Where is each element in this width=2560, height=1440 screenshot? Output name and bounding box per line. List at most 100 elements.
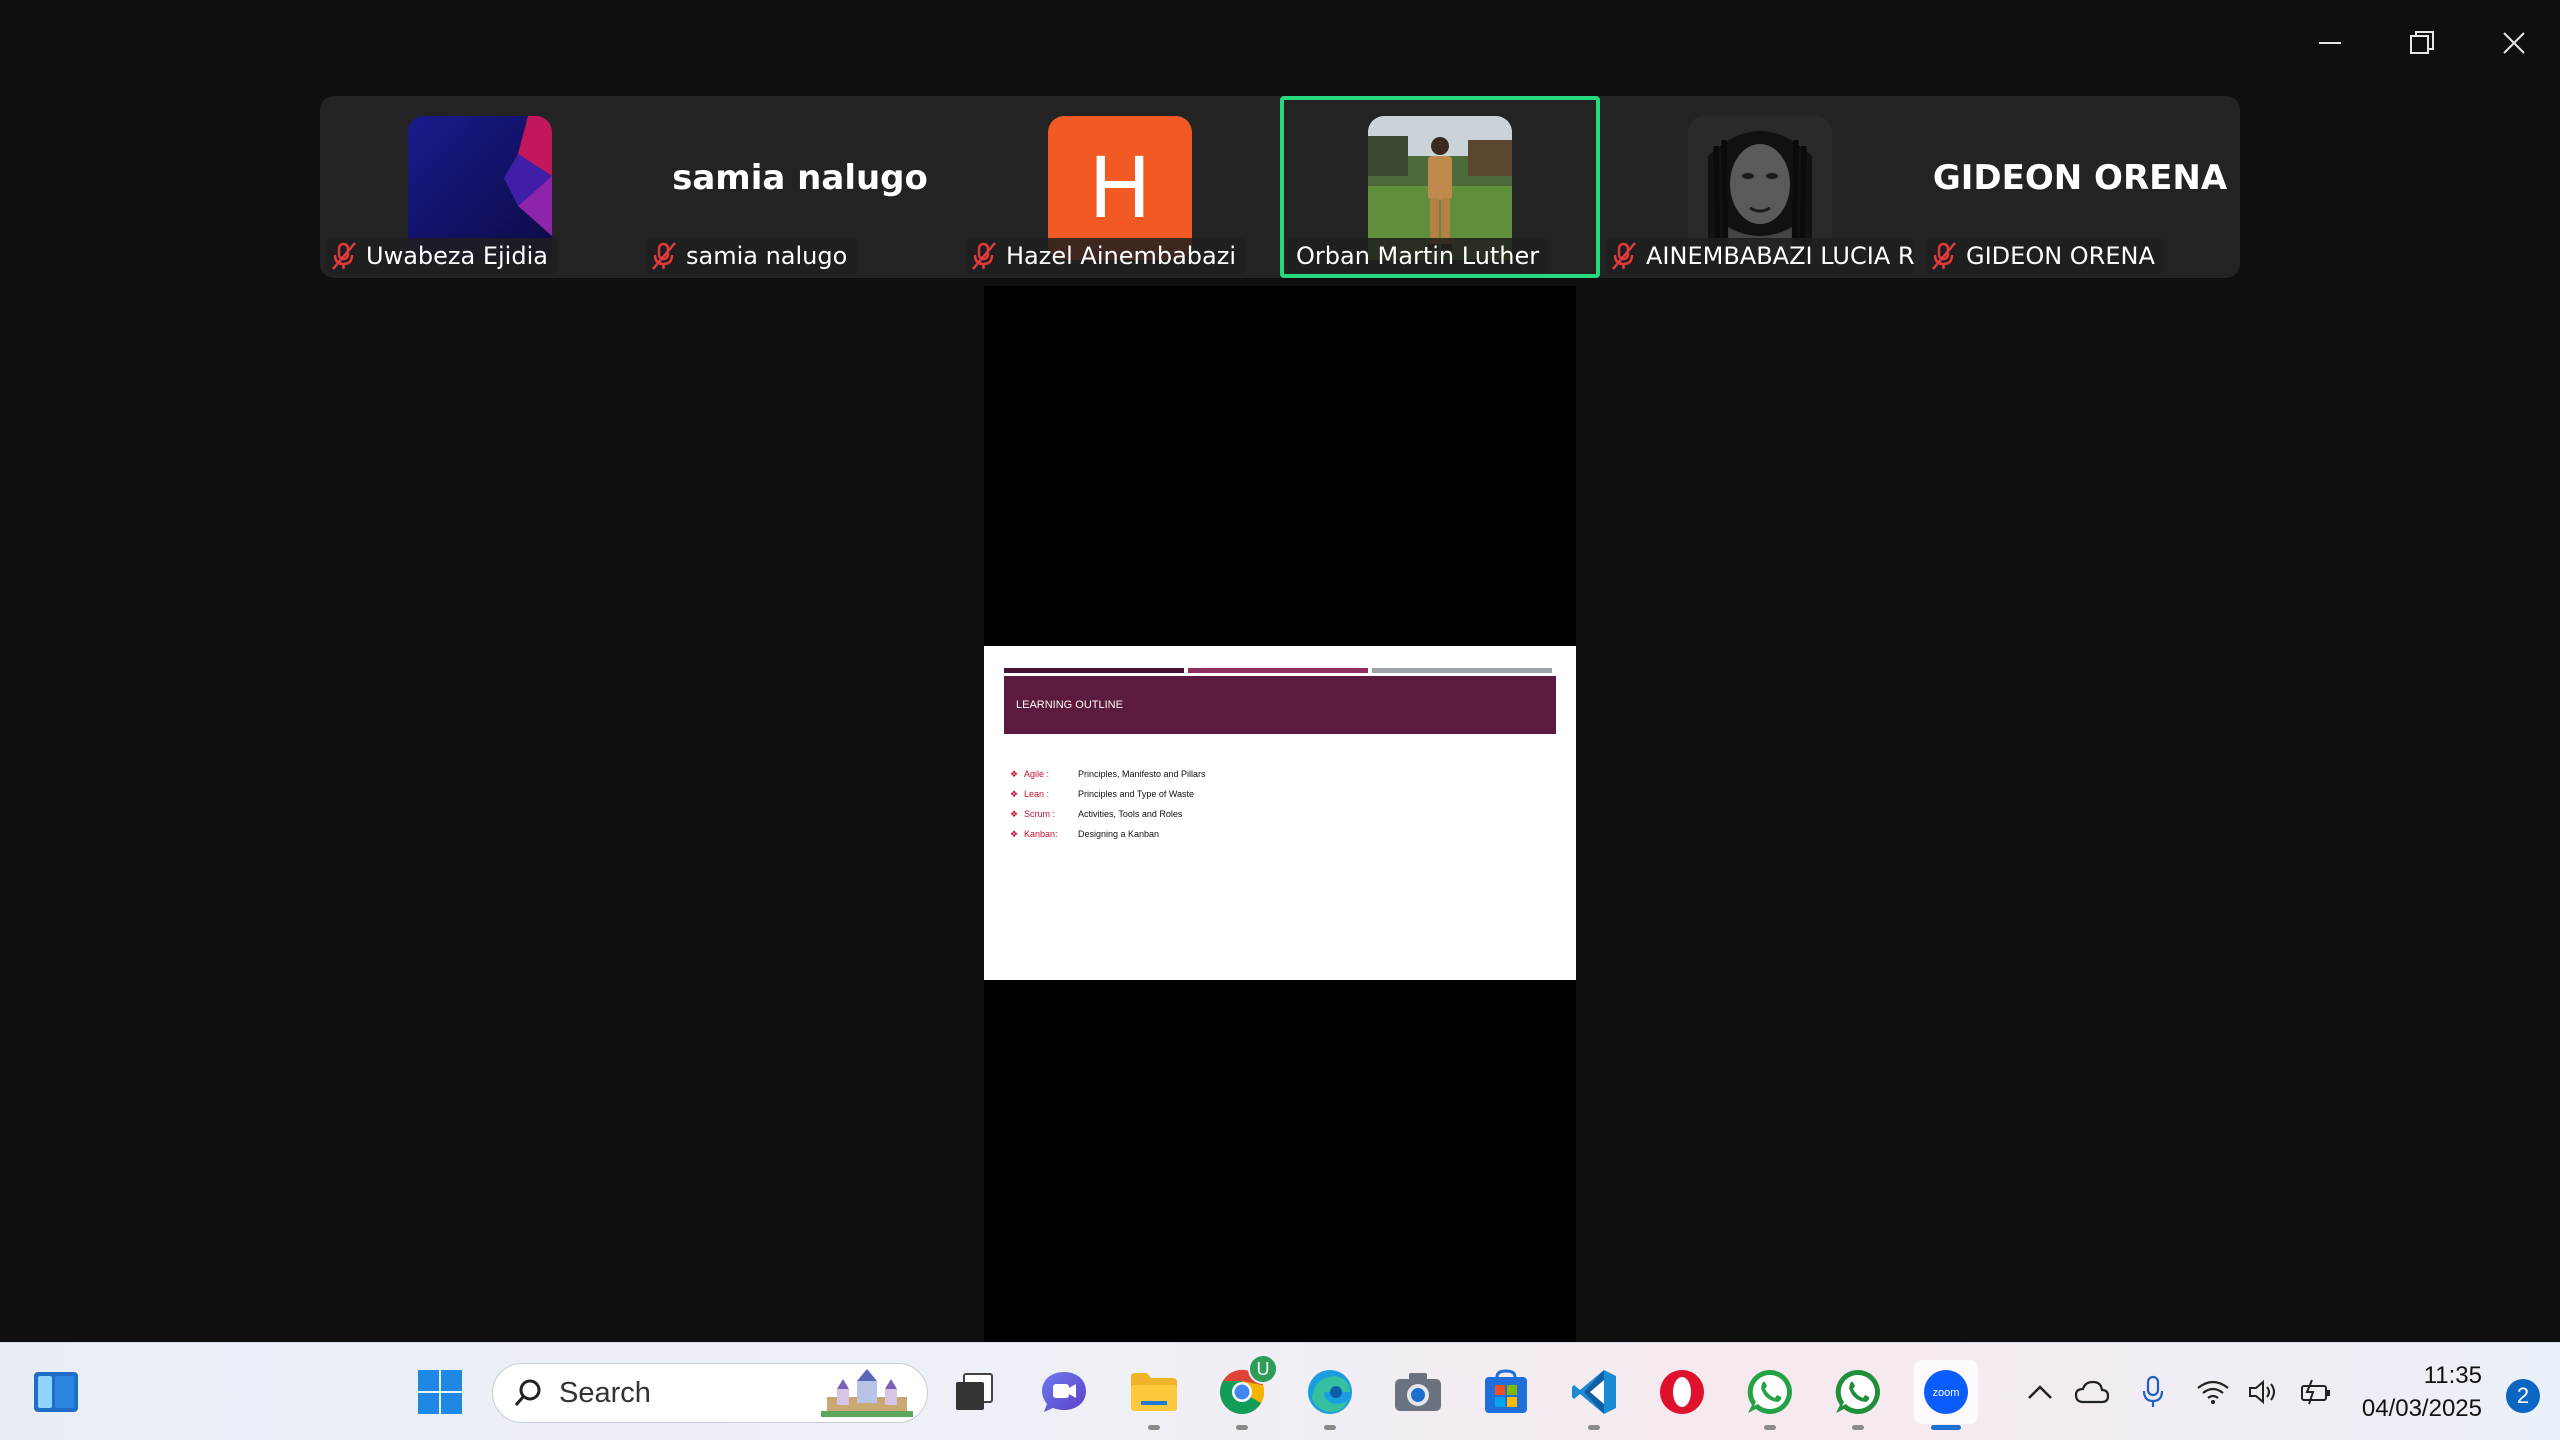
vscode-button[interactable] <box>1562 1360 1626 1430</box>
whatsapp-button[interactable] <box>1738 1360 1802 1430</box>
slide-accent-bars <box>1004 668 1552 673</box>
minimize-button[interactable] <box>2284 0 2376 86</box>
widgets-button[interactable] <box>24 1360 88 1424</box>
outline-item: ❖ Agile : Principles, Manifesto and Pill… <box>1010 764 1206 784</box>
chrome-button[interactable]: U <box>1210 1354 1278 1430</box>
microphone-icon <box>2142 1375 2164 1407</box>
outline-term: Scrum : <box>1024 809 1056 819</box>
zoom-button[interactable]: zoom <box>1914 1360 1978 1430</box>
participant-tile[interactable]: H Hazel Ainembabazi <box>960 96 1280 278</box>
participant-name-label: Uwabeza Ejidia <box>326 238 558 274</box>
running-indicator <box>1764 1425 1776 1430</box>
show-hidden-icons-button[interactable] <box>2014 1343 2066 1440</box>
minimize-icon <box>2319 42 2341 44</box>
outline-item: ❖ Scrum : Activities, Tools and Roles <box>1010 804 1206 824</box>
network-button[interactable] <box>2188 1343 2238 1440</box>
participant-display-name: samia nalugo <box>672 158 928 198</box>
bullet-icon: ❖ <box>1010 788 1019 799</box>
participant-name-label: GIDEON ORENA <box>1926 238 2165 274</box>
participant-name-label: samia nalugo <box>646 238 858 274</box>
clock-time: 11:35 <box>2423 1362 2482 1389</box>
participant-name: GIDEON ORENA <box>1966 242 2155 270</box>
participant-name: AINEMBABAZI LUCIA R... <box>1646 242 1914 270</box>
participant-name-label: Orban Martin Luther <box>1286 238 1550 274</box>
notification-badge[interactable]: 2 <box>2506 1379 2540 1413</box>
window-controls <box>2284 0 2560 86</box>
zoom-meeting-window: Uwabeza Ejidia samia nalugo samia nalugo… <box>0 0 2560 1440</box>
whatsapp-business-button[interactable] <box>1826 1360 1890 1430</box>
running-indicator <box>1852 1425 1864 1430</box>
participant-display-name: GIDEON ORENA <box>1932 158 2228 198</box>
task-view-icon <box>956 1373 993 1410</box>
participant-tile-active-speaker[interactable]: Orban Martin Luther <box>1280 96 1600 278</box>
chevron-up-icon <box>2028 1385 2052 1399</box>
running-indicator <box>1931 1425 1961 1430</box>
restore-button[interactable] <box>2376 0 2468 86</box>
camera-button[interactable] <box>1386 1360 1450 1424</box>
whatsapp-icon <box>1835 1369 1880 1414</box>
accent-bar <box>1004 668 1184 673</box>
battery-button[interactable] <box>2288 1343 2344 1440</box>
outline-desc: Principles, Manifesto and Pillars <box>1078 769 1206 779</box>
participant-tile[interactable]: samia nalugo samia nalugo <box>640 96 960 278</box>
camera-icon <box>1395 1373 1441 1411</box>
file-explorer-button[interactable] <box>1122 1360 1186 1430</box>
outline-term: Lean : <box>1024 789 1050 799</box>
microsoft-store-button[interactable] <box>1474 1360 1538 1424</box>
chrome-profile-badge: U <box>1248 1354 1278 1384</box>
opera-button[interactable] <box>1650 1360 1714 1424</box>
vscode-icon <box>1572 1370 1616 1414</box>
close-icon <box>2503 32 2525 54</box>
zoom-icon: zoom <box>1924 1370 1968 1414</box>
mic-muted-icon <box>332 242 356 270</box>
shared-screen[interactable]: LEARNING OUTLINE ❖ Agile : Principles, M… <box>984 286 1576 1342</box>
outline-item: ❖ Kanban: Designing a Kanban <box>1010 824 1206 844</box>
cloud-icon <box>2074 1380 2110 1404</box>
volume-button[interactable] <box>2238 1343 2288 1440</box>
participant-name: Hazel Ainembabazi <box>1006 242 1237 270</box>
onedrive-button[interactable] <box>2066 1343 2118 1440</box>
restore-icon <box>2410 31 2434 54</box>
outline-desc: Designing a Kanban <box>1078 829 1160 839</box>
battery-charging-icon <box>2301 1379 2330 1405</box>
mic-muted-icon <box>652 242 676 270</box>
svg-text:zoom: zoom <box>1933 1387 1960 1399</box>
folder-icon <box>1131 1373 1177 1411</box>
participant-name: samia nalugo <box>686 242 848 270</box>
participant-name-label: Hazel Ainembabazi <box>966 238 1247 274</box>
participant-tile[interactable]: Uwabeza Ejidia <box>320 96 640 278</box>
whatsapp-icon <box>1747 1369 1792 1414</box>
start-button[interactable] <box>408 1360 472 1424</box>
bullet-icon: ❖ <box>1010 808 1019 819</box>
taskbar-clock[interactable]: 11:35 04/03/2025 <box>2362 1359 2482 1425</box>
system-tray <box>2014 1343 2344 1440</box>
edge-icon <box>1308 1370 1352 1414</box>
teams-button[interactable] <box>1032 1360 1096 1424</box>
mic-muted-icon <box>972 242 996 270</box>
outline-desc: Principles and Type of Waste <box>1078 789 1195 799</box>
participant-name: Orban Martin Luther <box>1296 242 1540 270</box>
participant-tile[interactable]: AINEMBABAZI LUCIA R... <box>1600 96 1920 278</box>
presentation-slide: LEARNING OUTLINE ❖ Agile : Principles, M… <box>984 646 1576 980</box>
running-indicator <box>1148 1425 1160 1430</box>
running-indicator <box>1588 1425 1600 1430</box>
task-view-button[interactable] <box>942 1360 1006 1424</box>
outline-term: Agile : <box>1024 769 1050 779</box>
close-button[interactable] <box>2468 0 2560 86</box>
bullet-icon: ❖ <box>1010 828 1019 839</box>
widgets-icon <box>34 1372 78 1412</box>
mic-muted-icon <box>1612 242 1636 270</box>
search-highlight-castle-icon <box>821 1369 913 1417</box>
opera-icon <box>1660 1370 1704 1414</box>
mic-muted-icon <box>1932 242 1956 270</box>
windows-start-icon <box>418 1370 462 1414</box>
wifi-icon <box>2197 1380 2229 1404</box>
taskbar-search-box[interactable]: Search <box>492 1363 928 1423</box>
outline-desc: Activities, Tools and Roles <box>1078 809 1183 819</box>
participant-tile[interactable]: GIDEON ORENA GIDEON ORENA <box>1920 96 2240 278</box>
outline-term: Kanban: <box>1024 829 1058 839</box>
taskbar: Search U zoom 11:35 04/03/2025 2 <box>0 1342 2560 1440</box>
teams-chat-icon <box>1042 1372 1086 1412</box>
microphone-button[interactable] <box>2118 1343 2188 1440</box>
edge-button[interactable] <box>1298 1360 1362 1430</box>
